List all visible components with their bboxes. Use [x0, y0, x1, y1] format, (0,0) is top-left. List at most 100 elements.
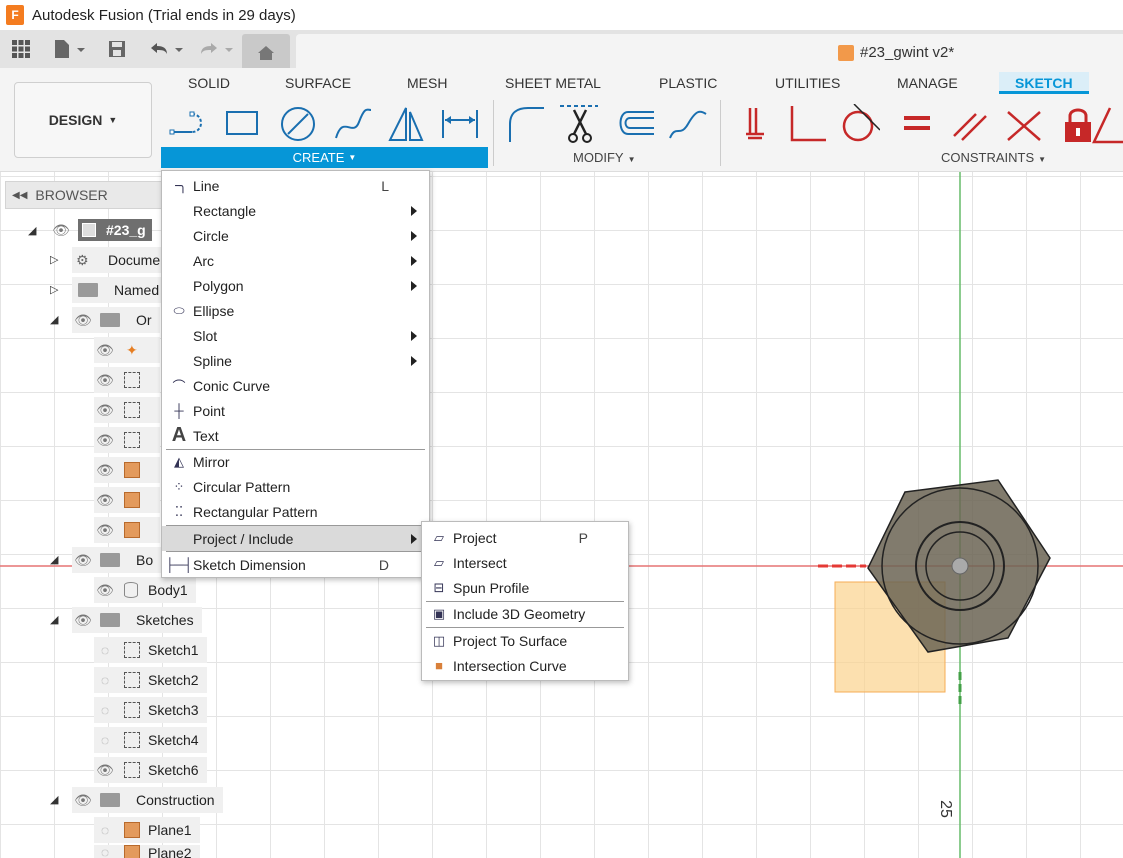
menu-item-spline[interactable]: Spline — [162, 348, 429, 373]
dimension-label[interactable]: 25 — [936, 800, 954, 818]
trim-tool-icon[interactable] — [560, 104, 600, 144]
menu-item-sketch-dimension[interactable]: ├─┤ Sketch Dimension D — [162, 552, 429, 577]
menu-item-spun-profile[interactable]: ⊟ Spun Profile — [422, 575, 628, 600]
origin-axis[interactable]: 👁 — [94, 397, 160, 423]
circle-tool-icon[interactable] — [278, 104, 318, 144]
eye-hidden-icon[interactable]: ◌ — [94, 702, 116, 718]
browser-sketch1[interactable]: ◌ Sketch1 — [94, 637, 207, 663]
eye-icon[interactable]: 👁 — [94, 342, 116, 358]
offset-tool-icon[interactable] — [614, 104, 654, 144]
tab-utilities[interactable]: UTILITIES — [775, 75, 840, 91]
browser-sketches[interactable]: 👁 Sketches — [72, 607, 202, 633]
coincident-constraint-icon[interactable] — [1004, 104, 1044, 144]
browser-header[interactable]: ◀◀ BROWSER — [5, 181, 163, 209]
origin-plane[interactable]: 👁 — [94, 487, 160, 513]
menu-item-project-to-surface[interactable]: ◫ Project To Surface — [422, 628, 628, 653]
expand-triangle-icon[interactable]: ◢ — [50, 313, 58, 326]
tab-solid[interactable]: SOLID — [188, 75, 230, 91]
redo-icon[interactable] — [196, 36, 236, 62]
expand-triangle-icon[interactable]: ▷ — [50, 283, 58, 296]
fix-constraint-icon[interactable] — [740, 104, 780, 144]
eye-icon[interactable]: 👁 — [94, 462, 116, 478]
menu-item-circular-pattern[interactable]: ⁘ Circular Pattern — [162, 474, 429, 499]
eye-icon[interactable]: 👁 — [94, 522, 116, 538]
browser-plane1[interactable]: ◌ Plane1 — [94, 817, 200, 843]
menu-item-project[interactable]: ▱ Project P — [422, 525, 628, 550]
create-group-button[interactable]: CREATE ▼ — [161, 147, 488, 168]
browser-construction[interactable]: 👁 Construction — [72, 787, 223, 813]
file-menu-icon[interactable] — [50, 36, 88, 62]
eye-icon[interactable]: 👁 — [94, 402, 116, 418]
tab-plastic[interactable]: PLASTIC — [659, 75, 717, 91]
menu-item-conic-curve[interactable]: ⌒ Conic Curve — [162, 373, 429, 398]
browser-named-views[interactable]: Named — [72, 277, 168, 303]
menu-item-polygon[interactable]: Polygon — [162, 273, 429, 298]
spline-edit-tool-icon[interactable] — [668, 104, 708, 144]
menu-item-include-3d-geometry[interactable]: ▣ Include 3D Geometry — [422, 601, 628, 626]
eye-hidden-icon[interactable]: ◌ — [94, 732, 116, 748]
tab-surface[interactable]: SURFACE — [285, 75, 351, 91]
menu-item-ellipse[interactable]: ⬭ Ellipse — [162, 298, 429, 323]
expand-triangle-icon[interactable]: ◢ — [50, 613, 58, 626]
eye-icon[interactable]: 👁 — [94, 762, 116, 778]
browser-plane2[interactable]: ◌ Plane2 — [94, 845, 200, 858]
dimension-tool-icon[interactable] — [440, 104, 480, 144]
browser-sketch3[interactable]: ◌ Sketch3 — [94, 697, 207, 723]
rectangle-tool-icon[interactable] — [222, 104, 262, 144]
origin-axis[interactable]: 👁 — [94, 367, 160, 393]
browser-origin[interactable]: 👁 Or — [72, 307, 160, 333]
menu-item-project-include[interactable]: Project / Include — [162, 526, 429, 551]
expand-triangle-icon[interactable]: ▷ — [50, 253, 58, 266]
menu-item-point[interactable]: ┼ Point — [162, 398, 429, 423]
tab-manage[interactable]: MANAGE — [897, 75, 958, 91]
menu-item-arc[interactable]: Arc — [162, 248, 429, 273]
document-tab[interactable] — [296, 34, 1123, 68]
browser-bodies[interactable]: 👁 Bo — [72, 547, 162, 573]
eye-icon[interactable]: 👁 — [94, 492, 116, 508]
expand-triangle-icon[interactable]: ◢ — [50, 553, 58, 566]
perpendicular-constraint-icon[interactable] — [788, 104, 828, 144]
browser-root[interactable]: 👁 #23_g — [50, 217, 152, 243]
tab-sheet-metal[interactable]: SHEET METAL — [505, 75, 601, 91]
constraints-group-button[interactable]: CONSTRAINTS ▼ — [941, 150, 1046, 165]
modify-group-button[interactable]: MODIFY ▼ — [573, 150, 635, 165]
parallel-constraint-icon[interactable] — [950, 104, 990, 144]
browser-body1[interactable]: 👁 Body1 — [94, 577, 196, 603]
line-tool-icon[interactable] — [168, 104, 208, 144]
menu-item-slot[interactable]: Slot — [162, 323, 429, 348]
undo-icon[interactable] — [146, 36, 186, 62]
origin-plane[interactable]: 👁 — [94, 457, 160, 483]
eye-hidden-icon[interactable]: ◌ — [94, 642, 116, 658]
menu-item-intersect[interactable]: ▱ Intersect — [422, 550, 628, 575]
eye-icon[interactable]: 👁 — [72, 312, 94, 328]
home-tab[interactable] — [242, 34, 290, 68]
menu-item-mirror[interactable]: ◭ Mirror — [162, 449, 429, 474]
eye-icon[interactable]: 👁 — [94, 372, 116, 388]
eye-hidden-icon[interactable]: ◌ — [94, 822, 116, 838]
menu-item-rectangle[interactable]: Rectangle — [162, 198, 429, 223]
save-icon[interactable] — [106, 36, 128, 62]
app-grid-icon[interactable] — [10, 36, 32, 62]
menu-item-intersection-curve[interactable]: ■ Intersection Curve — [422, 653, 628, 678]
eye-icon[interactable]: 👁 — [72, 792, 94, 808]
eye-icon[interactable]: 👁 — [94, 582, 116, 598]
spline-tool-icon[interactable] — [333, 104, 373, 144]
workspace-switcher[interactable]: DESIGN ▼ — [14, 82, 152, 158]
tab-sketch[interactable]: SKETCH — [999, 72, 1089, 94]
collapse-icon[interactable]: ◀◀ — [12, 190, 27, 201]
eye-icon[interactable]: 👁 — [94, 432, 116, 448]
expand-triangle-icon[interactable]: ◢ — [50, 793, 58, 806]
menu-item-text[interactable]: A Text — [162, 423, 429, 448]
browser-sketch2[interactable]: ◌ Sketch2 — [94, 667, 207, 693]
eye-icon[interactable]: 👁 — [72, 552, 94, 568]
eye-hidden-icon[interactable]: ◌ — [94, 845, 116, 858]
menu-item-rectangular-pattern[interactable]: ⁚⁚ Rectangular Pattern — [162, 499, 429, 524]
menu-item-circle[interactable]: Circle — [162, 223, 429, 248]
expand-triangle-icon[interactable]: ◢ — [28, 224, 36, 237]
fillet-tool-icon[interactable] — [506, 104, 546, 144]
origin-plane[interactable]: 👁 — [94, 517, 160, 543]
browser-sketch6[interactable]: 👁 Sketch6 — [94, 757, 207, 783]
tangent-constraint-icon[interactable] — [840, 104, 880, 144]
eye-icon[interactable]: 👁 — [72, 612, 94, 628]
origin-point[interactable]: 👁 ✦ — [94, 337, 160, 363]
